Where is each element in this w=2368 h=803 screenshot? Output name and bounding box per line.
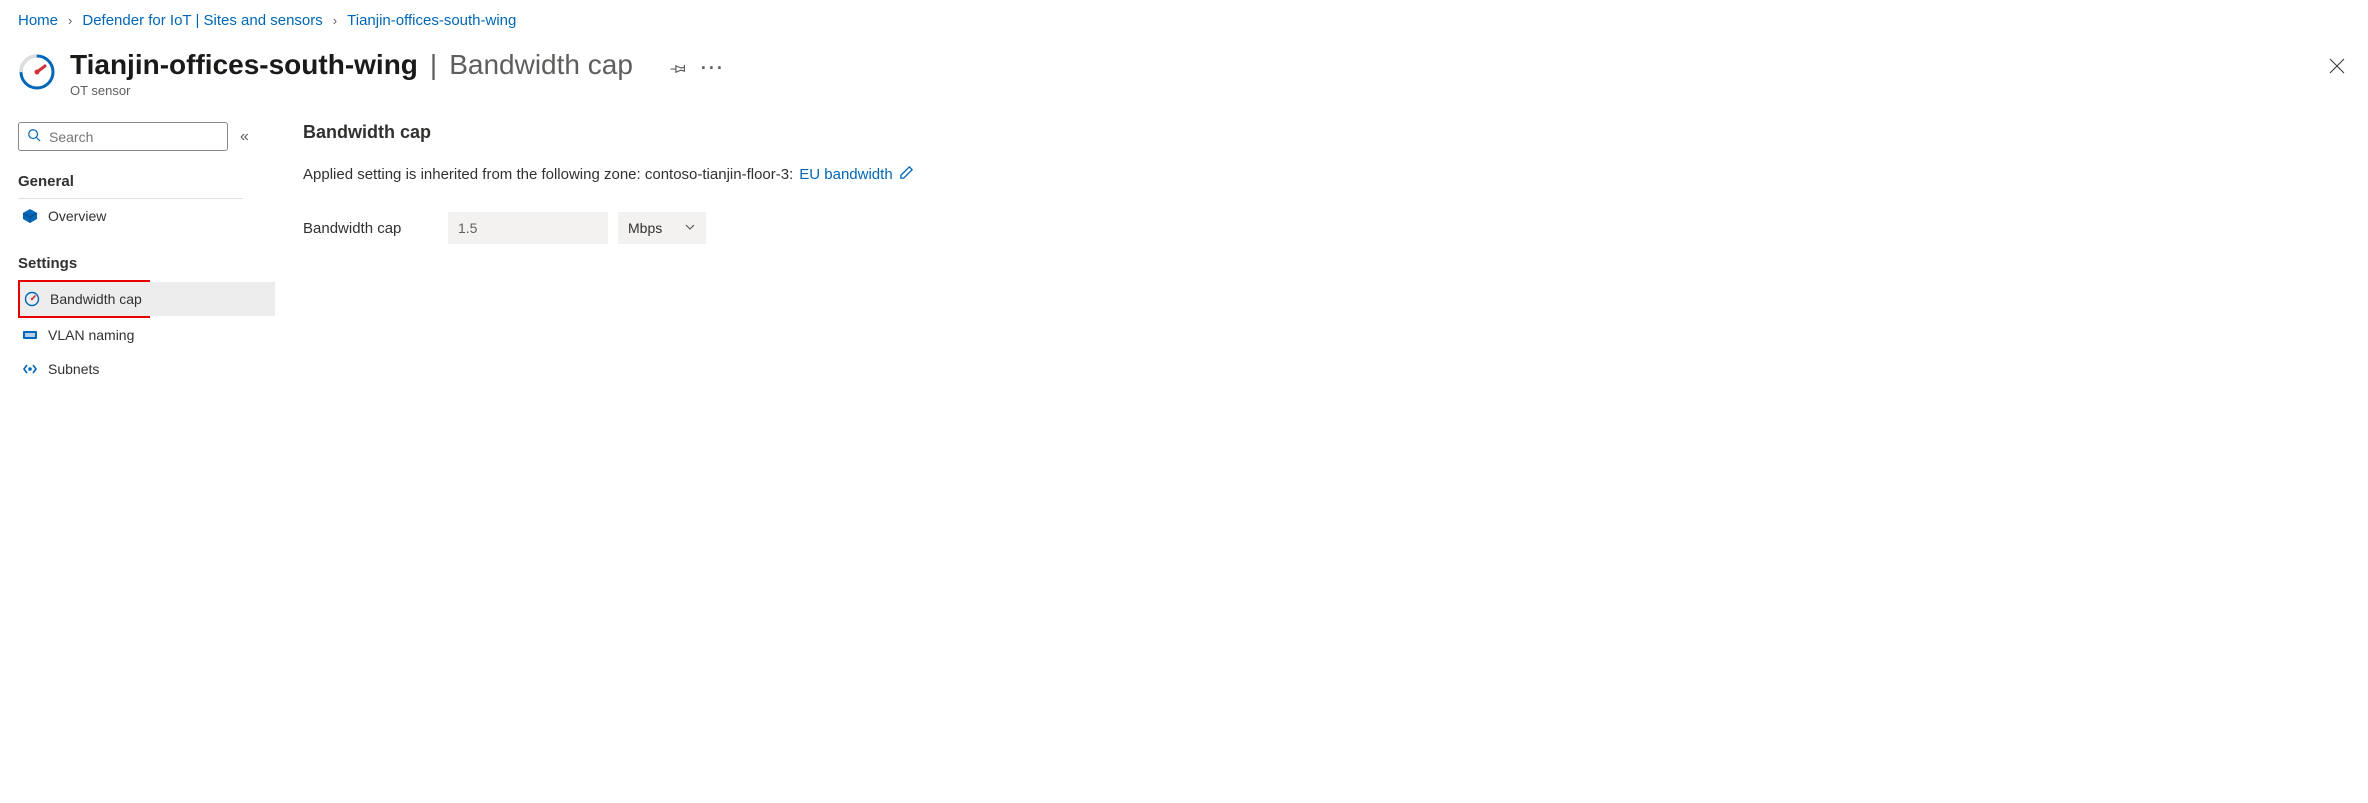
highlight-selected: Bandwidth cap <box>18 280 150 318</box>
sidebar-item-label: Overview <box>48 208 106 224</box>
chevron-right-icon: › <box>68 13 72 28</box>
search-box[interactable] <box>18 122 228 151</box>
page-subtitle: OT sensor <box>70 83 725 98</box>
main-content: Bandwidth cap Applied setting is inherit… <box>303 122 2350 386</box>
inherited-zone-link[interactable]: EU bandwidth <box>799 166 892 183</box>
search-icon <box>27 128 41 145</box>
breadcrumb-sensor[interactable]: Tianjin-offices-south-wing <box>347 12 516 29</box>
vlan-icon <box>22 327 38 343</box>
edit-icon[interactable] <box>899 165 914 184</box>
page-header: Tianjin-offices-south-wing | Bandwidth c… <box>18 49 2350 98</box>
inherited-info: Applied setting is inherited from the fo… <box>303 165 2350 184</box>
title-separator: | <box>430 49 437 81</box>
gauge-icon <box>24 291 40 307</box>
title-section: Bandwidth cap <box>449 49 633 81</box>
sidebar-item-label: Subnets <box>48 361 99 377</box>
breadcrumb-defender[interactable]: Defender for IoT | Sites and sensors <box>82 12 322 29</box>
title-sensor-name: Tianjin-offices-south-wing <box>70 49 418 81</box>
sidebar-item-label: VLAN naming <box>48 327 134 343</box>
bandwidth-unit-dropdown[interactable]: Mbps <box>618 212 706 244</box>
chevron-down-icon <box>684 220 696 236</box>
chevron-right-icon: › <box>333 13 337 28</box>
breadcrumb-home[interactable]: Home <box>18 12 58 29</box>
sidebar-item-vlan[interactable]: VLAN naming <box>18 318 273 352</box>
search-input[interactable] <box>49 129 219 145</box>
sidebar-item-label: Bandwidth cap <box>50 291 142 307</box>
sensor-gauge-icon <box>18 53 56 91</box>
more-icon[interactable]: ··· <box>701 58 725 79</box>
sidebar: « General Overview Settings <box>18 122 273 386</box>
bandwidth-form-row: Bandwidth cap Mbps <box>303 212 2350 244</box>
close-icon[interactable] <box>2324 51 2350 85</box>
content-heading: Bandwidth cap <box>303 122 2350 143</box>
sidebar-item-overview[interactable]: Overview <box>18 199 273 233</box>
pin-icon[interactable] <box>669 59 687 77</box>
page-title: Tianjin-offices-south-wing | Bandwidth c… <box>70 49 725 81</box>
bandwidth-unit-value: Mbps <box>628 220 662 236</box>
collapse-sidebar-icon[interactable]: « <box>240 128 249 146</box>
nav-section-general: General <box>18 173 243 199</box>
sidebar-item-subnets[interactable]: Subnets <box>18 352 273 386</box>
bandwidth-value-input[interactable] <box>448 212 608 244</box>
breadcrumb: Home › Defender for IoT | Sites and sens… <box>18 12 2350 29</box>
sidebar-item-bandwidth[interactable]: Bandwidth cap <box>20 282 275 316</box>
inherited-info-text: Applied setting is inherited from the fo… <box>303 166 793 183</box>
bandwidth-label: Bandwidth cap <box>303 220 438 237</box>
overview-icon <box>22 208 38 224</box>
subnets-icon <box>22 361 38 377</box>
nav-section-settings: Settings <box>18 255 273 280</box>
